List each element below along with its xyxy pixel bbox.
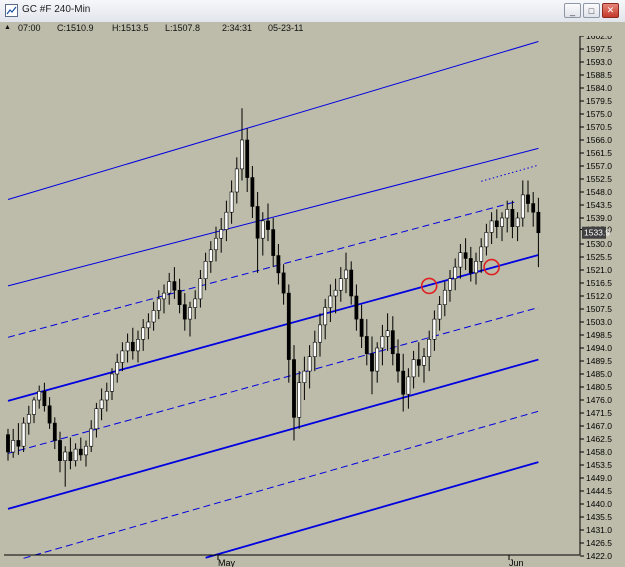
y-tick-label: 1539.0	[586, 213, 612, 223]
y-tick-label: 1503.0	[586, 317, 612, 327]
y-tick-label: 1422.0	[586, 551, 612, 561]
y-tick-label: 1458.0	[586, 447, 612, 457]
y-tick-label: 1498.5	[586, 330, 612, 340]
info-time: 07:00	[18, 23, 41, 33]
last-price-label: 1533.9	[584, 228, 610, 238]
chart-app-icon	[5, 4, 18, 17]
y-tick-label: 1440.0	[586, 499, 612, 509]
info-date: 05-23-11	[268, 23, 304, 33]
last-price-marker: 1533.9	[582, 226, 610, 239]
window-title: GC #F 240-Min	[22, 4, 91, 15]
x-tick-label: Jun	[509, 558, 524, 567]
y-tick-label: 1521.0	[586, 265, 612, 275]
y-tick-label: 1512.0	[586, 291, 612, 301]
title-bar[interactable]: GC #F 240-Min _ □ ✕	[0, 0, 625, 23]
y-tick-label: 1597.5	[586, 44, 612, 54]
y-tick-label: 1494.0	[586, 343, 612, 353]
y-tick-label: 1588.5	[586, 70, 612, 80]
price-chart[interactable]: 1602.0 1597.5 1593.0 1588.5 1584.0 1579.5 1575…	[0, 36, 625, 567]
y-tick-label: 1489.5	[586, 356, 612, 366]
y-tick-label: 1602.0	[586, 36, 612, 41]
y-tick-label: 1593.0	[586, 57, 612, 67]
y-tick-label: 1471.5	[586, 408, 612, 418]
y-tick-label: 1557.0	[586, 161, 612, 171]
info-low: L:1507.8	[165, 23, 201, 33]
y-tick-label: 1426.5	[586, 538, 612, 548]
y-tick-label: 1480.5	[586, 382, 612, 392]
y-tick-label: 1530.0	[586, 239, 612, 249]
y-tick-label: 1431.0	[586, 525, 612, 535]
y-tick-label: 1570.5	[586, 122, 612, 132]
y-tick-label: 1584.0	[586, 83, 612, 93]
y-tick-label: 1548.0	[586, 187, 612, 197]
bar-info-strip: ▲ 07:00 C:1510.9 H:1513.5 L:1507.8 2:34:…	[0, 22, 625, 37]
y-tick-label: 1543.5	[586, 200, 612, 210]
y-tick-label: 1507.5	[586, 304, 612, 314]
info-high: H:1513.5	[112, 23, 149, 33]
info-clock: 2:34:31	[222, 23, 253, 33]
close-button[interactable]: ✕	[602, 3, 619, 18]
y-tick-label: 1561.5	[586, 148, 612, 158]
x-tick-label: May	[218, 558, 236, 567]
y-tick-label: 1467.0	[586, 421, 612, 431]
y-tick-label: 1579.5	[586, 96, 612, 106]
y-tick-label: 1476.0	[586, 395, 612, 405]
y-tick-label: 1525.5	[586, 252, 612, 262]
minimize-button[interactable]: _	[564, 3, 581, 18]
info-close: C:1510.9	[57, 23, 94, 33]
y-tick-label: 1552.5	[586, 174, 612, 184]
maximize-button[interactable]: □	[583, 3, 600, 18]
y-tick-label: 1453.5	[586, 460, 612, 470]
y-tick-label: 1449.0	[586, 473, 612, 483]
y-tick-label: 1435.5	[586, 512, 612, 522]
y-tick-label: 1516.5	[586, 278, 612, 288]
y-tick-label: 1575.0	[586, 109, 612, 119]
collapse-arrow-icon[interactable]: ▲	[4, 24, 11, 31]
chart-window: GC #F 240-Min _ □ ✕ ▲ 07:00 C:1510.9 H:1…	[0, 0, 625, 567]
y-tick-label: 1462.5	[586, 434, 612, 444]
y-tick-label: 1566.0	[586, 135, 612, 145]
y-tick-label: 1485.0	[586, 369, 612, 379]
chart-background	[0, 36, 625, 567]
y-tick-label: 1444.5	[586, 486, 612, 496]
